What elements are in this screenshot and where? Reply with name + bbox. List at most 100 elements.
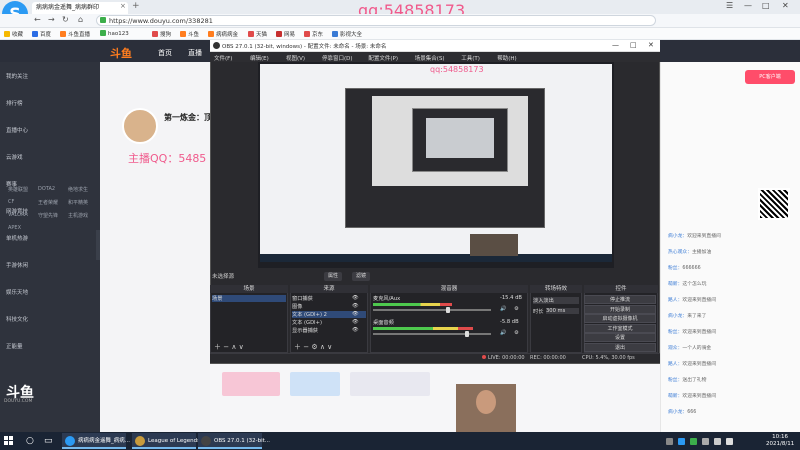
sidebar-item[interactable]: 娱乐天地 — [6, 288, 28, 296]
sidebar-item[interactable]: 正能量 — [6, 342, 23, 350]
obs-menu-item[interactable]: 工具(T) — [461, 54, 480, 62]
streamer-avatar[interactable] — [122, 108, 158, 144]
sidebar-item[interactable]: 手游休闲 — [6, 261, 28, 269]
obs-menu-item[interactable]: 帮助(H) — [497, 54, 516, 62]
chat-username[interactable]: 热心观众： — [668, 250, 692, 255]
tray-icon[interactable] — [666, 438, 673, 445]
chat-username[interactable]: 粉丝： — [668, 378, 682, 383]
sidebar-item[interactable]: 单机热游 — [6, 234, 28, 242]
obs-control-button[interactable]: 设置 — [584, 333, 656, 342]
chat-username[interactable]: 观众： — [668, 346, 682, 351]
chat-username[interactable]: 病小龙： — [668, 410, 687, 415]
obs-menu-item[interactable]: 停靠窗口(D) — [322, 54, 353, 62]
task-view-icon[interactable]: ▭ — [44, 436, 53, 446]
browser-menu-icon[interactable]: ☰ — [726, 1, 733, 10]
maximize-icon[interactable]: □ — [762, 1, 770, 10]
chat-username[interactable]: 粉丝： — [668, 330, 682, 335]
address-bar[interactable]: https://www.douyu.com/338281 — [96, 15, 656, 26]
volume-slider[interactable] — [373, 333, 491, 335]
home-icon[interactable]: ⌂ — [78, 15, 83, 24]
sidebar-item[interactable]: 我的关注 — [6, 72, 28, 80]
douyu-logo[interactable]: 斗鱼 — [110, 45, 132, 61]
gift-thumbnail[interactable] — [290, 372, 340, 396]
bookmark-item[interactable]: 网易 — [276, 30, 295, 38]
tray-icon[interactable] — [678, 438, 685, 445]
eye-icon[interactable]: 👁 — [352, 311, 359, 317]
obs-control-button[interactable]: 退出 — [584, 342, 656, 352]
close-icon[interactable]: ✕ — [782, 1, 789, 10]
chat-username[interactable]: 萌新： — [668, 394, 682, 399]
sidebar-subitem[interactable]: 主机游戏 — [68, 212, 88, 219]
bookmark-item[interactable]: 京东 — [304, 30, 323, 38]
taskbar-app[interactable]: League of Legends — [132, 433, 200, 449]
obs-control-button[interactable]: 停止推流 — [584, 295, 656, 304]
search-icon[interactable]: ○ — [26, 436, 34, 446]
chat-username[interactable]: 病小龙： — [668, 234, 687, 239]
sidebar-subitem[interactable]: CF — [8, 199, 14, 205]
tray-clock[interactable]: 10:16 2021/8/11 — [766, 434, 794, 448]
sidebar-item[interactable]: 直播中心 — [6, 126, 28, 134]
scene-item[interactable]: 场景 — [212, 295, 286, 302]
sidebar-subitem[interactable]: 英雄联盟 — [8, 186, 28, 193]
properties-button[interactable]: 属性 — [324, 272, 343, 281]
taskbar-app[interactable]: OBS 27.0.1 (32-bit... — [198, 433, 270, 449]
chat-username[interactable]: 路人： — [668, 298, 682, 303]
source-item[interactable]: 文本 (GDI+) 2 👁 — [292, 311, 366, 318]
tray-icon[interactable] — [690, 438, 697, 445]
chat-username[interactable]: 路人： — [668, 362, 682, 367]
bookmark-item[interactable]: 收藏 — [4, 30, 23, 38]
source-item[interactable]: 显示器捕获 👁 — [292, 327, 366, 334]
gear-icon[interactable]: ⚙ — [514, 306, 519, 312]
speaker-icon[interactable]: 🔊 — [500, 330, 506, 336]
eye-icon[interactable]: 👁 — [352, 295, 359, 301]
eye-icon[interactable]: 👁 — [352, 319, 359, 325]
bookmark-item[interactable]: 斗鱼 — [180, 30, 199, 38]
obs-maximize-icon[interactable]: □ — [630, 41, 637, 49]
tab-close-icon[interactable]: × — [120, 2, 126, 10]
bookmark-item[interactable]: 斗鱼直播 — [60, 30, 90, 38]
speaker-icon[interactable]: 🔊 — [500, 306, 506, 312]
obs-minimize-icon[interactable]: — — [612, 41, 619, 49]
bookmark-item[interactable]: 搜狗 — [152, 30, 171, 38]
obs-menu-item[interactable]: 文件(F) — [214, 54, 232, 62]
pc-client-badge[interactable]: PC客户端 — [745, 70, 795, 84]
gift-thumbnail[interactable] — [350, 372, 430, 396]
browser-tab-active[interactable]: 病病病金遥舞_病病群印 — [32, 2, 128, 14]
sidebar-item[interactable]: 排行榜 — [6, 99, 23, 107]
bookmark-item[interactable]: 天猫 — [248, 30, 267, 38]
volume-icon[interactable] — [714, 438, 721, 445]
volume-slider[interactable] — [373, 309, 491, 311]
obs-menu-item[interactable]: 配置文件(P) — [368, 54, 398, 62]
sidebar-subitem[interactable]: 和平精英 — [68, 199, 88, 206]
windows-start-icon[interactable] — [4, 436, 14, 446]
sidebar-subitem[interactable]: DOTA2 — [38, 186, 55, 192]
obs-control-button[interactable]: 启动虚拟摄像机 — [584, 314, 656, 323]
eye-icon[interactable]: 👁 — [352, 303, 359, 309]
volume-slider-knob[interactable] — [446, 307, 450, 313]
reload-icon[interactable]: ↻ — [62, 15, 69, 24]
source-controls[interactable]: ＋ − ⚙ ∧ ∨ — [294, 342, 332, 352]
chat-username[interactable]: 萌新： — [668, 282, 682, 287]
chat-username[interactable]: 病小龙： — [668, 314, 687, 319]
obs-menu-item[interactable]: 视图(V) — [286, 54, 305, 62]
sidebar-subitem[interactable]: VALORA — [8, 212, 28, 218]
minimize-icon[interactable]: — — [744, 1, 752, 10]
filters-button[interactable]: 滤镜 — [352, 272, 371, 281]
ime-icon[interactable] — [726, 438, 733, 445]
sidebar-item[interactable]: 云游戏 — [6, 153, 23, 161]
source-item[interactable]: 图像 👁 — [292, 303, 366, 310]
gear-icon[interactable]: ⚙ — [514, 330, 519, 336]
obs-menu-item[interactable]: 场景集合(S) — [415, 54, 445, 62]
gift-thumbnail[interactable] — [222, 372, 280, 396]
transition-select[interactable]: 淡入淡出 — [533, 297, 579, 304]
chat-username[interactable]: 粉丝： — [668, 266, 682, 271]
sidebar-subitem[interactable]: 守望先锋 — [38, 212, 58, 219]
eye-icon[interactable]: 👁 — [352, 327, 359, 333]
nav-live[interactable]: 直播 — [188, 48, 202, 58]
obs-control-button[interactable]: 开始录制 — [584, 304, 656, 314]
obs-menu-item[interactable]: 编辑(E) — [250, 54, 269, 62]
bookmark-item[interactable]: 病病病金 — [208, 30, 238, 38]
bookmark-item[interactable]: 影视大全 — [332, 30, 362, 38]
sidebar-subitem[interactable]: APEX — [8, 225, 21, 231]
source-item[interactable]: 窗口捕获 👁 — [292, 295, 366, 302]
